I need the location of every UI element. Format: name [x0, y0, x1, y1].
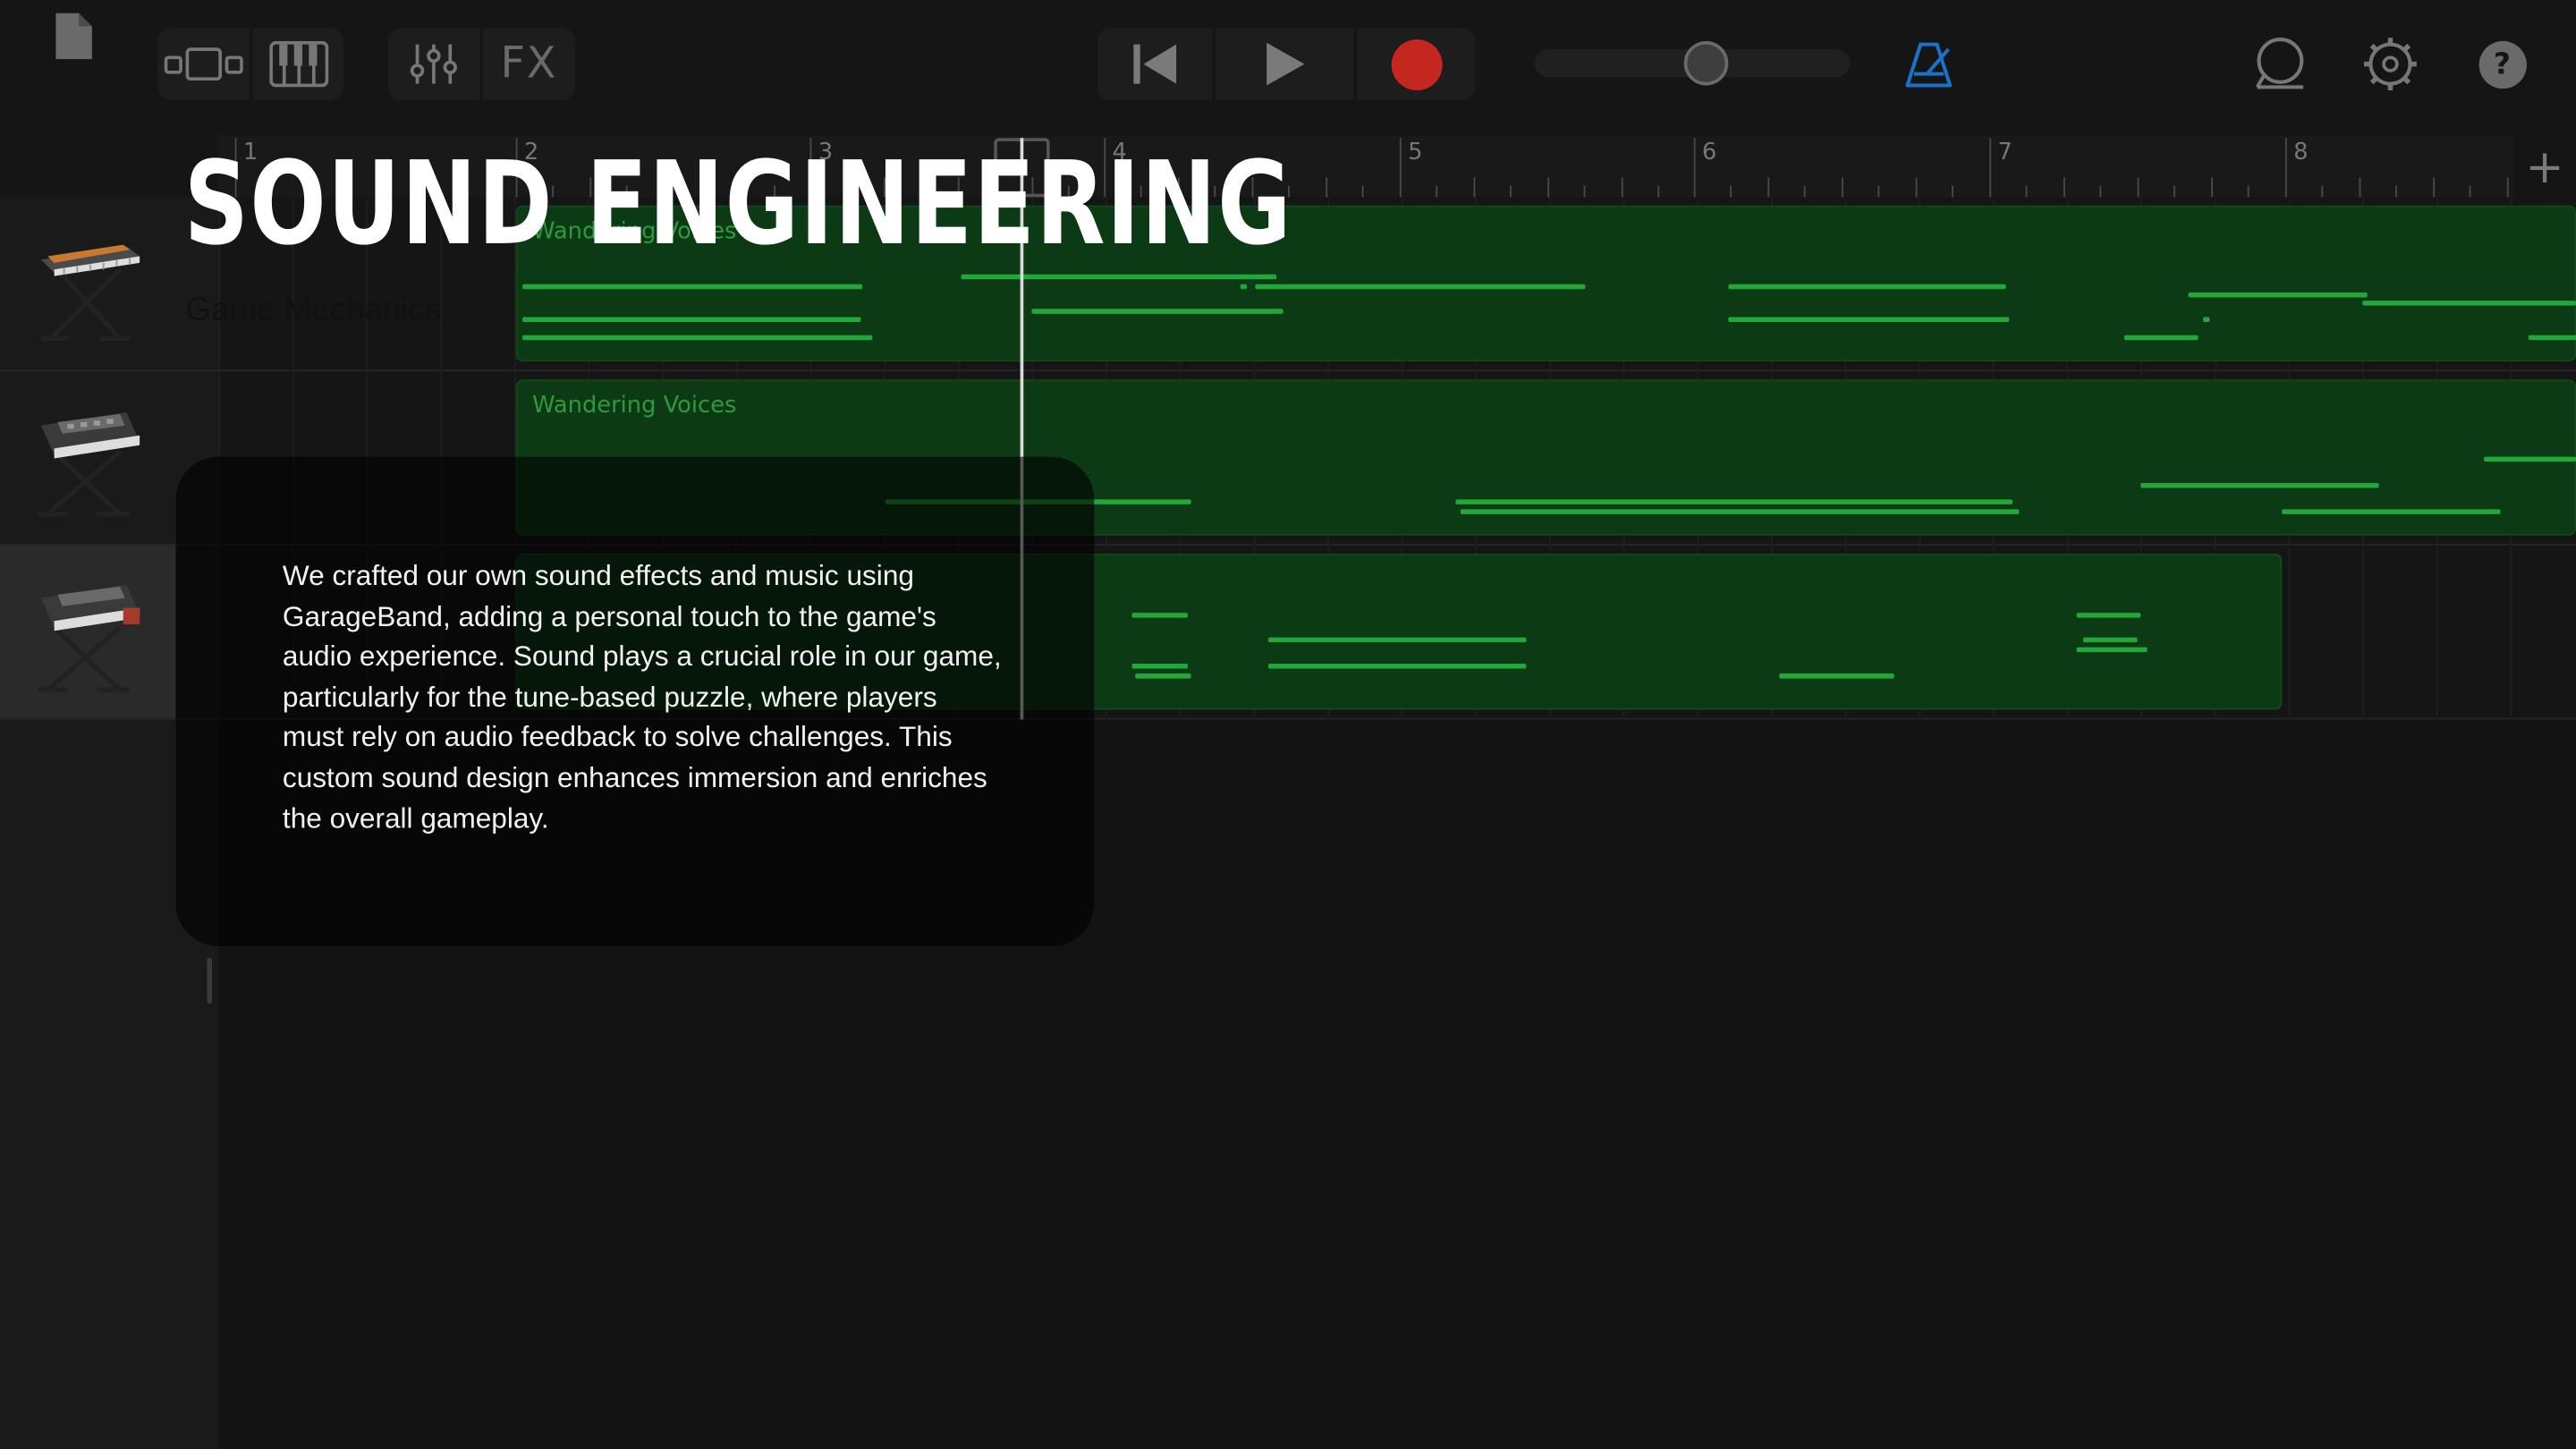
- garageband-screen: FX ? 1 2 3 4 5 6 7 8 + Wandering Voices …: [0, 0, 2576, 1449]
- ruler-beat-tick: [2432, 177, 2435, 198]
- midi-note: [1131, 613, 1188, 618]
- midi-note: [2484, 456, 2576, 462]
- midi-note: [1131, 664, 1188, 669]
- add-section-button[interactable]: +: [2521, 138, 2570, 193]
- midi-note: [2362, 301, 2576, 306]
- ruler-beat-tick: [1546, 177, 1549, 198]
- track-header-1[interactable]: [0, 197, 176, 369]
- ruler-beat-tick: [1361, 185, 1364, 198]
- ruler-beat-tick: [2395, 185, 2398, 198]
- keyboard-instrument-icon: [37, 411, 140, 516]
- midi-note: [1255, 284, 1586, 290]
- ruler-beat-tick: [2063, 177, 2065, 198]
- metronome-icon[interactable]: [1899, 28, 1958, 100]
- ruler-bar-line: [1399, 138, 1402, 198]
- midi-note: [2076, 647, 2148, 653]
- keyboard-instrument-icon: [37, 583, 140, 692]
- midi-note: [2140, 483, 2379, 488]
- keyboard-instrument-icon: [39, 243, 140, 341]
- ruler-beat-tick: [1436, 185, 1438, 198]
- midi-note: [2082, 637, 2138, 643]
- midi-note: [1455, 499, 2012, 504]
- description-text: We crafted our own sound effects and mus…: [282, 558, 1002, 835]
- ruler-beat-tick: [1730, 185, 1733, 198]
- mix-controls: FX: [387, 28, 575, 101]
- ruler-beat-tick: [1804, 185, 1807, 198]
- keyboard-icon[interactable]: [253, 28, 343, 100]
- ruler-beat-tick: [1657, 185, 1660, 198]
- region-title: Wandering Voices: [532, 392, 737, 419]
- scroll-indicator[interactable]: [207, 957, 212, 1004]
- ruler-bar-line: [1693, 138, 1696, 198]
- fx-label: FX: [500, 39, 558, 89]
- record-dot: [1390, 38, 1442, 90]
- midi-note: [1135, 674, 1191, 679]
- track-header-2[interactable]: [0, 371, 176, 544]
- page-subtitle: Game Mechanics: [185, 292, 442, 329]
- midi-note: [961, 274, 1277, 280]
- document-icon[interactable]: [46, 0, 101, 72]
- ruler-beat-tick: [2099, 185, 2102, 198]
- toolbar: FX ?: [0, 0, 2576, 131]
- ruler-bar-number: 6: [1701, 140, 1717, 166]
- midi-note: [1728, 317, 2010, 322]
- ruler-beat-tick: [2322, 185, 2324, 198]
- ruler-beat-tick: [2247, 185, 2250, 198]
- midi-note: [522, 335, 873, 341]
- ruler-beat-tick: [2506, 177, 2509, 198]
- page-title: SOUND ENGINEERING: [183, 136, 1292, 272]
- midi-note: [2076, 613, 2141, 618]
- ruler-beat-tick: [2210, 177, 2213, 198]
- midi-note: [1779, 674, 1894, 679]
- ruler-beat-tick: [2469, 185, 2471, 198]
- midi-note: [1267, 637, 1527, 643]
- midi-note: [522, 284, 863, 290]
- ruler-beat-tick: [2137, 177, 2139, 198]
- track-header-3[interactable]: [0, 545, 176, 718]
- ruler-beat-tick: [1914, 177, 1917, 198]
- view-toggle-icon[interactable]: [157, 28, 250, 100]
- help-label: ?: [2478, 40, 2526, 89]
- transport-controls: [1097, 28, 1476, 101]
- mixer-icon[interactable]: [387, 28, 479, 100]
- midi-note: [2188, 292, 2368, 298]
- ruler-bar-line: [2284, 138, 2287, 198]
- ruler-bar-line: [1989, 138, 1992, 198]
- ruler-beat-tick: [1621, 177, 1623, 198]
- midi-note: [1460, 509, 2020, 514]
- ruler-beat-tick: [2174, 185, 2176, 198]
- midi-note: [1240, 284, 1248, 290]
- ruler-beat-tick: [1877, 185, 1880, 198]
- midi-note: [2282, 509, 2501, 514]
- ruler-beat-tick: [1473, 177, 1476, 198]
- ruler-beat-tick: [2359, 177, 2361, 198]
- help-icon[interactable]: ?: [2476, 28, 2529, 100]
- ruler-beat-tick: [1510, 185, 1513, 198]
- view-controls: [157, 28, 343, 101]
- midi-note: [2123, 335, 2199, 341]
- ruler-beat-tick: [1767, 177, 1769, 198]
- midi-note: [1728, 284, 2006, 290]
- midi-note: [522, 317, 861, 322]
- master-volume-slider[interactable]: [1534, 40, 1851, 86]
- settings-icon[interactable]: [2360, 28, 2422, 100]
- ruler-beat-tick: [1325, 177, 1327, 198]
- midi-note: [2528, 335, 2576, 341]
- ruler-bar-number: 7: [1997, 140, 2012, 166]
- ruler-bar-number: 5: [1408, 140, 1423, 166]
- ruler-beat-tick: [1841, 177, 1843, 198]
- midi-note: [1267, 664, 1527, 669]
- play-icon[interactable]: [1216, 28, 1353, 100]
- rewind-icon[interactable]: [1097, 28, 1213, 100]
- ruler-beat-tick: [1952, 185, 1953, 198]
- fx-icon[interactable]: FX: [483, 28, 575, 100]
- midi-note: [1031, 309, 1284, 314]
- ruler-bar-number: 8: [2293, 140, 2309, 166]
- volume-knob[interactable]: [1683, 40, 1729, 86]
- record-icon[interactable]: [1357, 28, 1475, 100]
- ruler-beat-tick: [1583, 185, 1586, 198]
- ruler-beat-tick: [2026, 185, 2029, 198]
- loop-browser-icon[interactable]: [2248, 28, 2310, 100]
- midi-note: [2203, 317, 2210, 322]
